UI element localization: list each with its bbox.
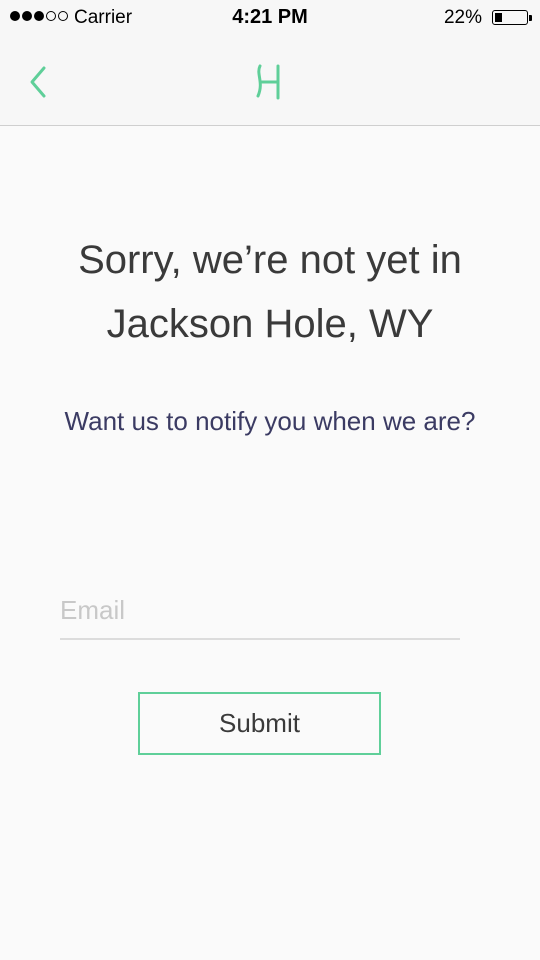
brand-logo-icon (250, 60, 290, 104)
notify-prompt: Want us to notify you when we are? (64, 406, 476, 436)
battery-icon (492, 10, 528, 25)
page-title: Sorry, we’re not yet in Jackson Hole, WY (40, 228, 500, 356)
battery-tip (529, 15, 532, 21)
navigation-bar (0, 36, 540, 126)
battery-level-fill (495, 13, 502, 22)
back-button[interactable] (20, 60, 60, 104)
status-bar: Carrier 4:21 PM 22% (0, 0, 540, 36)
headline-line-1: Sorry, we’re not yet in (78, 238, 462, 282)
battery-percent: 22% (443, 7, 482, 28)
submit-button[interactable]: Submit (138, 692, 381, 755)
chevron-left-icon (30, 66, 46, 98)
main-content: Sorry, we’re not yet in Jackson Hole, WY… (0, 126, 540, 960)
headline-line-2: Jackson Hole, WY (106, 302, 434, 346)
email-field[interactable] (60, 582, 460, 640)
